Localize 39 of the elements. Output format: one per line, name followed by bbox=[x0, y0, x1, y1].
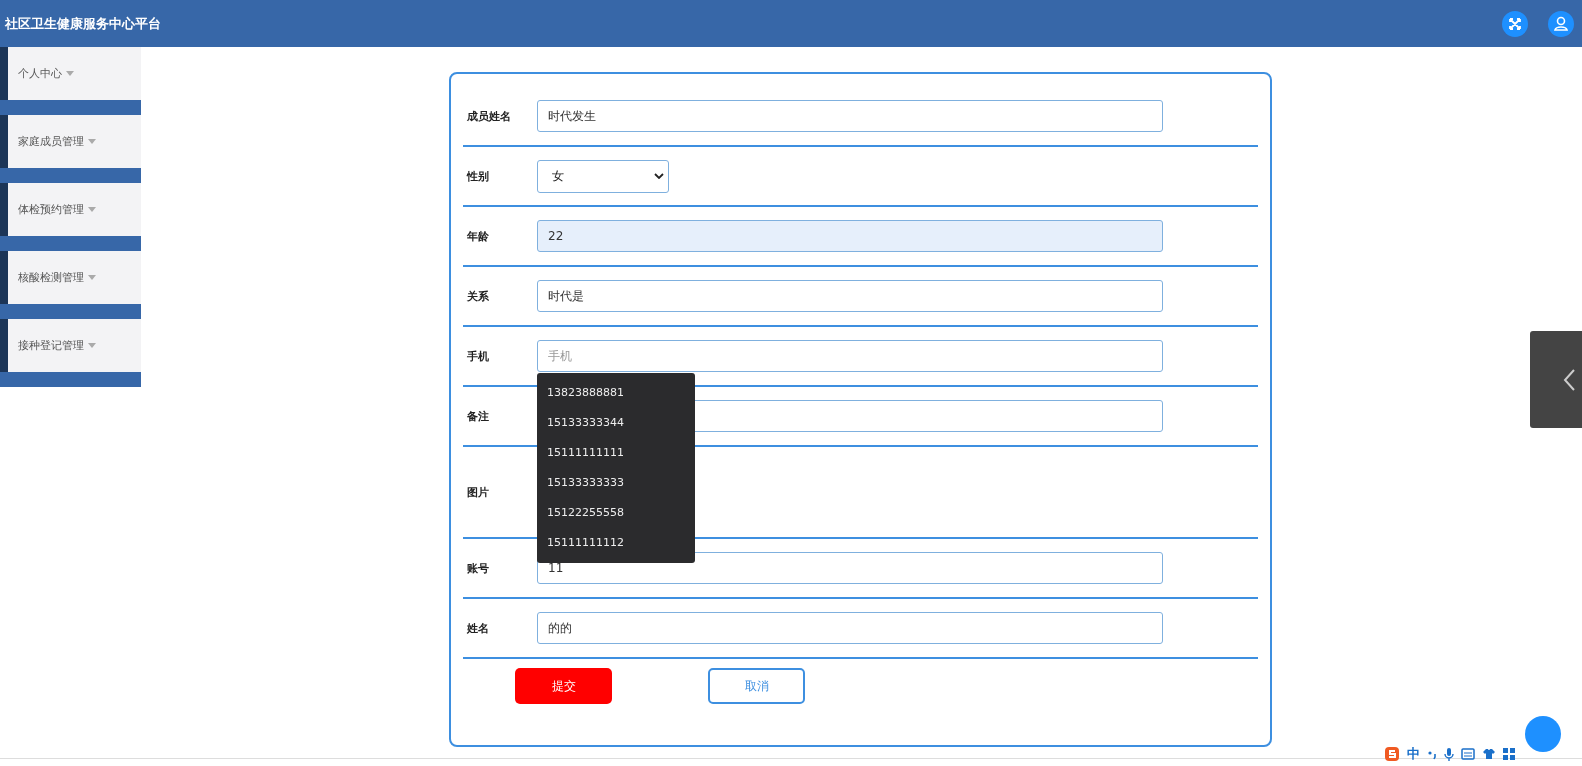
input-field[interactable]: 时代发生 bbox=[537, 100, 1163, 132]
ime-mode[interactable]: 中 bbox=[1407, 745, 1420, 763]
input-field[interactable]: 时代是 bbox=[537, 280, 1163, 312]
input-field[interactable]: 的的 bbox=[537, 612, 1163, 644]
input-field[interactable]: 11 bbox=[537, 552, 1163, 584]
floating-button[interactable] bbox=[1525, 716, 1561, 752]
input-field[interactable]: 手机 bbox=[537, 340, 1163, 372]
menu-item[interactable]: 15133333333 bbox=[537, 468, 695, 498]
field-label: 姓名 bbox=[466, 620, 490, 636]
caret-icon bbox=[88, 343, 96, 348]
chevron-down-icon bbox=[654, 173, 664, 179]
chevron-left-icon bbox=[1562, 367, 1576, 392]
microphone-icon[interactable] bbox=[1444, 747, 1454, 761]
field-label: 年龄 bbox=[466, 228, 490, 244]
ime-logo-icon bbox=[1384, 746, 1400, 762]
app-title: 社区卫生健康服务中心平台 bbox=[5, 14, 161, 33]
field-label: 性别 bbox=[465, 168, 490, 184]
field-label: 成员姓名 bbox=[466, 108, 512, 124]
shirt-icon[interactable] bbox=[1482, 748, 1496, 760]
select-field[interactable]: 女 bbox=[537, 159, 669, 193]
field-label: 关系 bbox=[466, 288, 490, 304]
caret-icon bbox=[88, 139, 96, 144]
submit-button[interactable]: 提交 bbox=[515, 668, 612, 704]
caret-icon bbox=[88, 275, 96, 280]
cancel-button[interactable]: 取消 bbox=[708, 668, 805, 704]
menu-item[interactable]: 15133333344 bbox=[537, 408, 695, 438]
field-label: 账号 bbox=[466, 560, 490, 576]
menu-item[interactable]: 15122255558 bbox=[537, 498, 695, 528]
field-label: 备注 bbox=[466, 408, 490, 424]
caret-icon bbox=[88, 207, 96, 212]
user-icon[interactable] bbox=[1548, 10, 1574, 37]
field-label: 手机 bbox=[466, 348, 490, 364]
caret-icon bbox=[66, 71, 74, 76]
field-label: 图片 bbox=[466, 484, 490, 500]
grid-icon[interactable] bbox=[1503, 748, 1515, 760]
keyboard-icon[interactable] bbox=[1461, 748, 1475, 760]
menu-item[interactable]: 15111111111 bbox=[537, 438, 695, 468]
fullscreen-icon[interactable] bbox=[1502, 10, 1528, 37]
menu-item[interactable]: 13823888881 bbox=[537, 378, 695, 408]
